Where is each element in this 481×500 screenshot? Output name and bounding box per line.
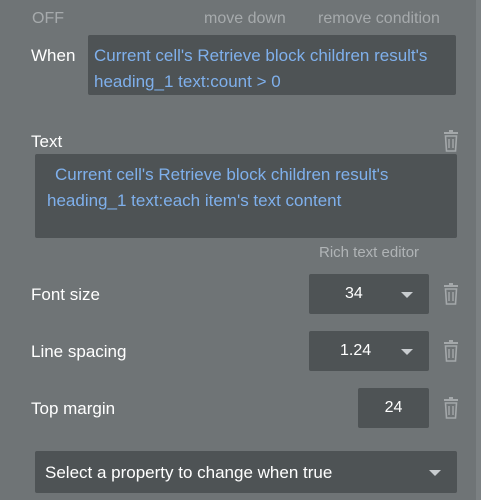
remove-condition-link[interactable]: remove condition [318, 10, 440, 28]
line-spacing-value: 1.24 [340, 342, 372, 359]
conditional-panel: OFF move down remove condition When Curr… [4, 0, 476, 500]
font-size-label: Font size [31, 285, 100, 304]
trash-icon[interactable] [441, 340, 461, 362]
rich-text-editor-link[interactable]: Rich text editor [319, 244, 419, 261]
off-toggle[interactable]: OFF [32, 10, 64, 28]
property-select-dropdown[interactable]: Select a property to change when true [35, 451, 457, 493]
trash-icon[interactable] [441, 397, 461, 419]
text-property-value: Current cell's Retrieve block children r… [47, 165, 389, 210]
top-margin-label: Top margin [31, 399, 116, 418]
top-margin-input[interactable]: 24 [358, 388, 429, 428]
move-down-link[interactable]: move down [204, 10, 286, 28]
trash-icon[interactable] [441, 130, 461, 152]
property-select-placeholder: Select a property to change when true [45, 463, 333, 482]
line-spacing-dropdown[interactable]: 1.24 [309, 331, 429, 371]
text-property-field[interactable]: Current cell's Retrieve block children r… [35, 154, 457, 238]
text-property-label: Text [31, 132, 63, 151]
font-size-value: 34 [345, 285, 363, 302]
top-margin-value: 24 [384, 399, 403, 416]
condition-expression-field[interactable]: Current cell's Retrieve block children r… [88, 35, 456, 95]
chevron-down-icon [429, 470, 441, 476]
condition-expression-text: Current cell's Retrieve block children r… [94, 46, 428, 91]
chevron-down-icon [401, 292, 413, 298]
scrollbar-track[interactable] [476, 0, 481, 500]
chevron-down-icon [401, 349, 413, 355]
when-label: When [31, 46, 76, 65]
line-spacing-label: Line spacing [31, 342, 127, 361]
condition-header: OFF move down remove condition [4, 8, 476, 32]
font-size-dropdown[interactable]: 34 [309, 274, 429, 314]
trash-icon[interactable] [441, 283, 461, 305]
